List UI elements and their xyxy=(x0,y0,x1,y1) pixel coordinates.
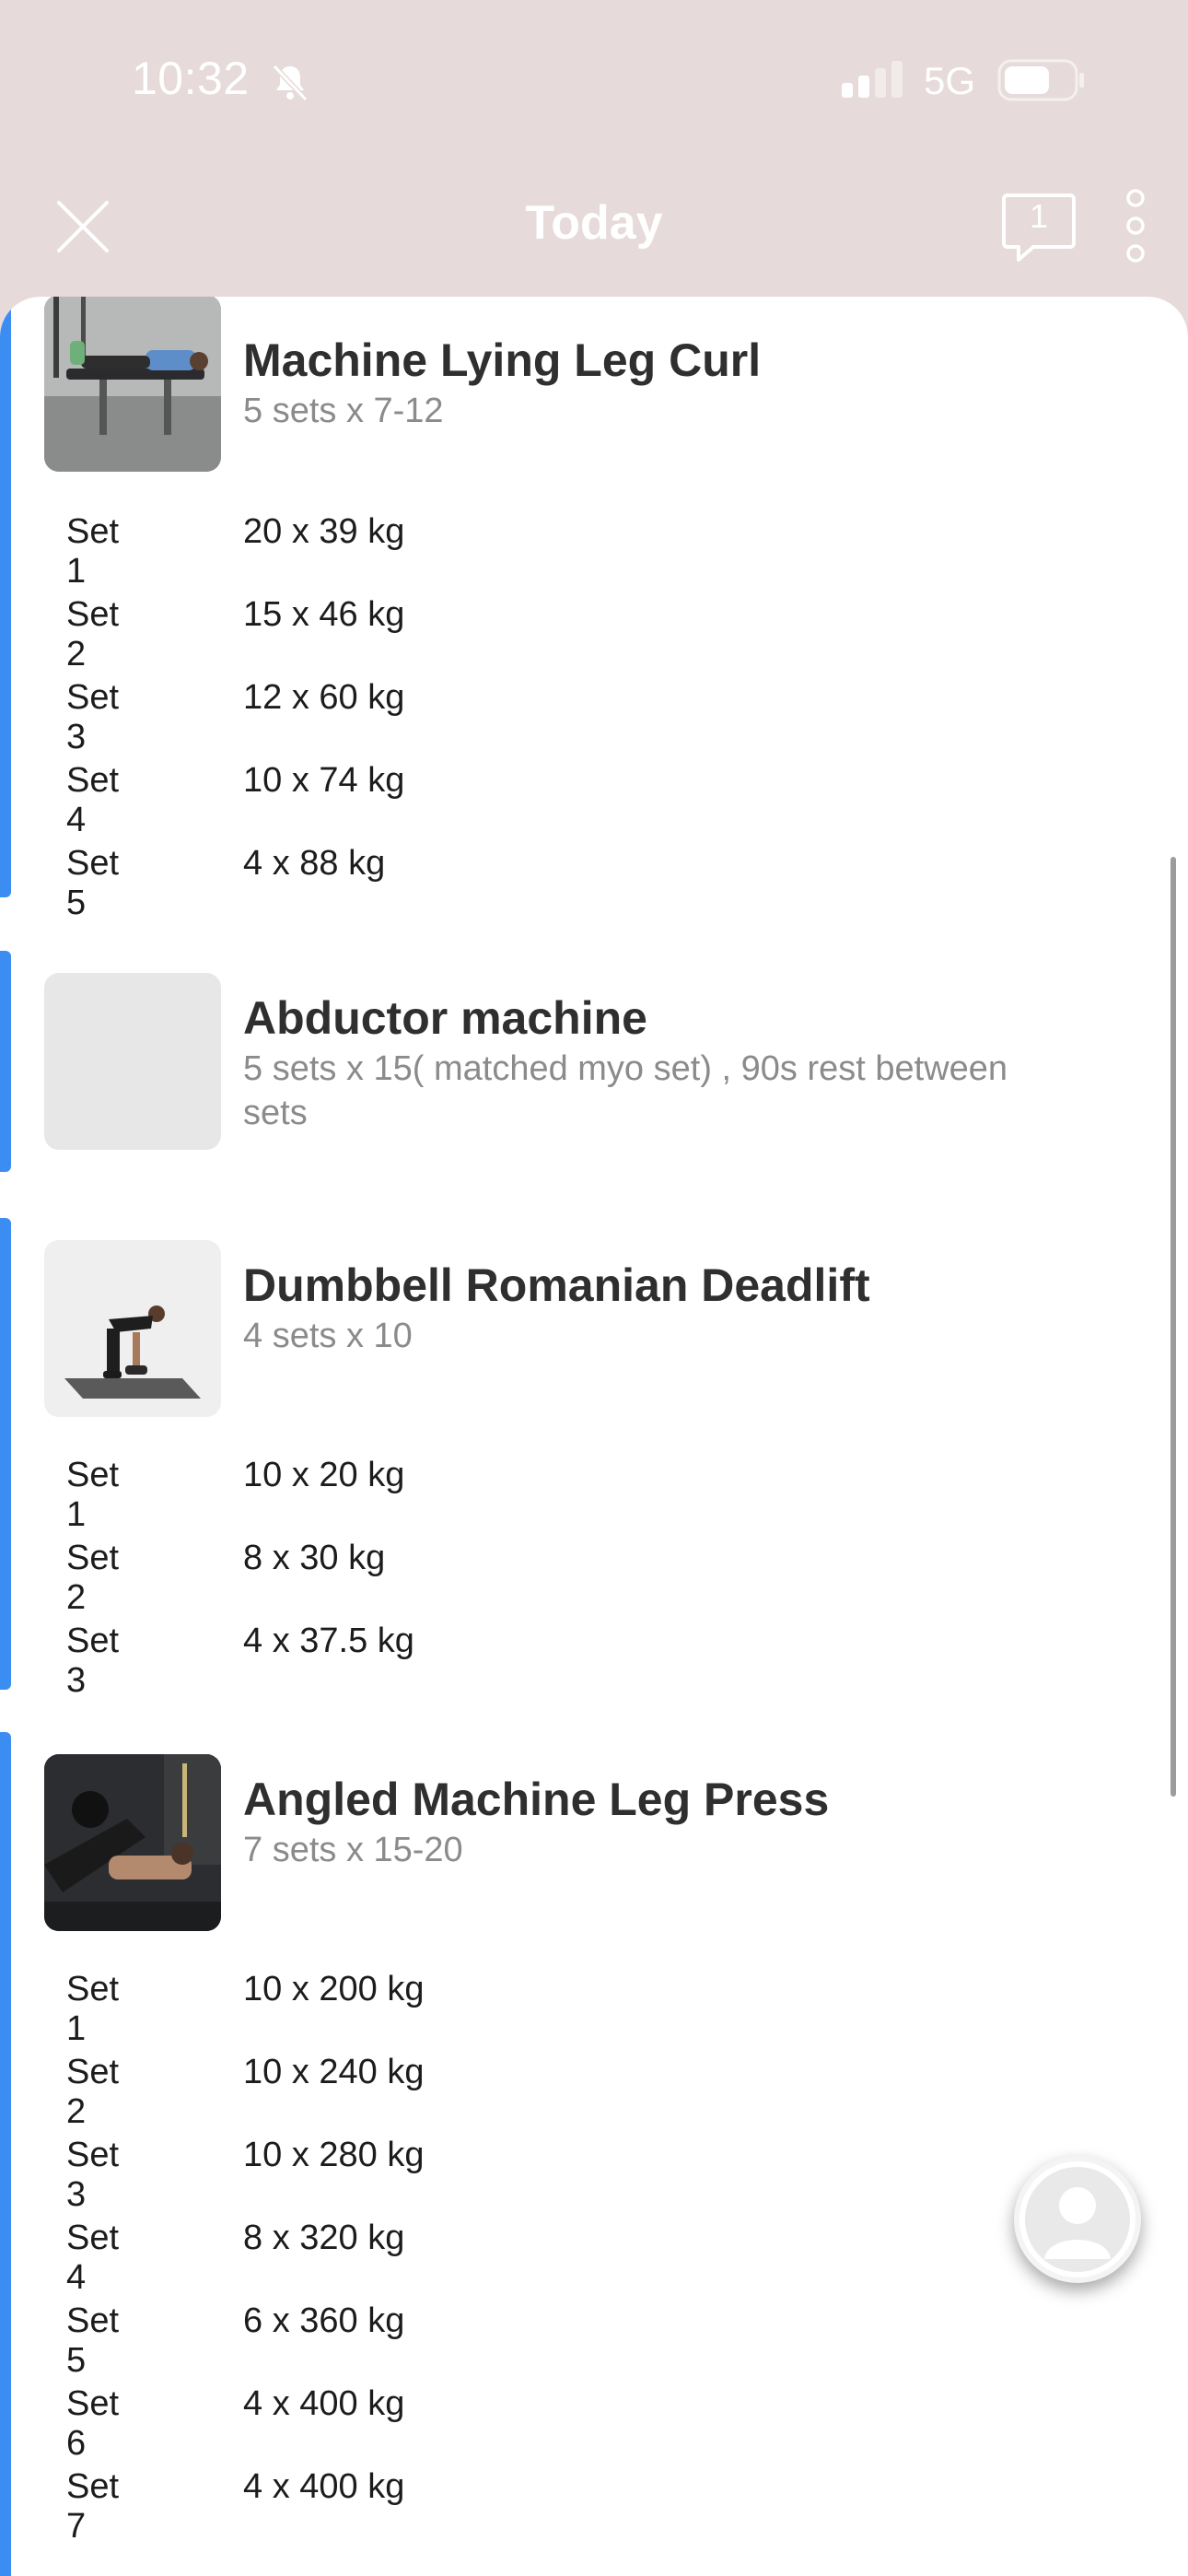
leg-curl-photo xyxy=(44,297,221,472)
set-label: Set 5 xyxy=(66,2301,120,2380)
status-bar: 10:32 5G xyxy=(0,0,1188,166)
leg-press-photo xyxy=(44,1754,221,1931)
set-label: Set 3 xyxy=(66,2136,120,2214)
card-accent-bar xyxy=(0,1732,11,2576)
exercise-subtitle: 7 sets x 15-20 xyxy=(243,1831,463,1869)
workout-sheet[interactable]: Machine Lying Leg Curl 5 sets x 7-12 Set… xyxy=(0,297,1188,2576)
exercise-subtitle: 5 sets x 7-12 xyxy=(243,392,444,430)
set-label: Set 3 xyxy=(66,678,120,756)
set-value: 10 x 200 kg xyxy=(243,1970,425,2008)
network-type: 5G xyxy=(924,59,976,102)
set-value: 10 x 280 kg xyxy=(243,2136,425,2174)
set-value: 4 x 88 kg xyxy=(243,844,386,883)
exercise-card[interactable]: Machine Lying Leg Curl 5 sets x 7-12 Set… xyxy=(0,297,1188,922)
set-value: 6 x 360 kg xyxy=(243,2301,405,2340)
exercise-thumbnail xyxy=(44,297,221,472)
user-avatar-icon xyxy=(1019,2161,1136,2277)
exercise-card[interactable]: Angled Machine Leg Press 7 sets x 15-20 … xyxy=(0,1732,1188,2576)
signal-strength-icon xyxy=(842,61,903,98)
more-vertical-icon[interactable] xyxy=(1122,189,1149,263)
vertical-scrollbar[interactable] xyxy=(1171,857,1176,1797)
exercise-name: Angled Machine Leg Press xyxy=(243,1774,830,1825)
exercise-name: Dumbbell Romanian Deadlift xyxy=(243,1259,870,1311)
exercise-thumbnail-placeholder xyxy=(44,973,221,1150)
exercise-subtitle: 5 sets x 15( matched myo set) , 90s rest… xyxy=(243,1049,1008,1132)
exercise-thumbnail xyxy=(44,1240,221,1417)
battery-icon xyxy=(997,59,1084,101)
set-label: Set 4 xyxy=(66,761,120,839)
set-value: 8 x 30 kg xyxy=(243,1539,386,1577)
set-value: 15 x 46 kg xyxy=(243,595,405,634)
set-value: 10 x 74 kg xyxy=(243,761,405,800)
set-value: 20 x 39 kg xyxy=(243,512,405,551)
deadlift-photo xyxy=(44,1240,221,1417)
set-label: Set 6 xyxy=(66,2384,120,2463)
set-label: Set 2 xyxy=(66,2053,120,2131)
chat-count-badge: 1 xyxy=(1029,197,1049,235)
exercise-thumbnail xyxy=(44,1754,221,1931)
set-label: Set 1 xyxy=(66,1970,120,2048)
set-label: Set 1 xyxy=(66,1456,120,1534)
set-value: 10 x 20 kg xyxy=(243,1456,405,1494)
card-accent-bar xyxy=(0,1218,11,1690)
exercise-card[interactable]: Abductor machine 5 sets x 15( matched my… xyxy=(0,951,1188,1172)
exercise-name: Machine Lying Leg Curl xyxy=(243,334,762,386)
card-accent-bar xyxy=(0,951,11,1172)
coach-avatar-button[interactable] xyxy=(1014,2156,1141,2283)
set-label: Set 5 xyxy=(66,844,120,922)
set-value: 12 x 60 kg xyxy=(243,678,405,717)
card-accent-bar xyxy=(0,297,11,897)
set-label: Set 2 xyxy=(66,595,120,673)
set-label: Set 4 xyxy=(66,2219,120,2297)
set-label: Set 1 xyxy=(66,512,120,591)
set-value: 8 x 320 kg xyxy=(243,2219,405,2257)
set-value: 4 x 400 kg xyxy=(243,2384,405,2423)
exercise-name: Abductor machine xyxy=(243,992,647,1044)
status-time: 10:32 xyxy=(132,53,250,104)
set-value: 4 x 400 kg xyxy=(243,2467,405,2506)
set-label: Set 2 xyxy=(66,1539,120,1617)
set-label: Set 3 xyxy=(66,1622,120,1700)
set-label: Set 7 xyxy=(66,2467,120,2546)
exercise-subtitle: 4 sets x 10 xyxy=(243,1317,413,1355)
bell-slash-icon xyxy=(272,64,309,102)
exercise-card[interactable]: Dumbbell Romanian Deadlift 4 sets x 10 S… xyxy=(0,1218,1188,1700)
set-value: 4 x 37.5 kg xyxy=(243,1622,414,1660)
set-value: 10 x 240 kg xyxy=(243,2053,425,2091)
